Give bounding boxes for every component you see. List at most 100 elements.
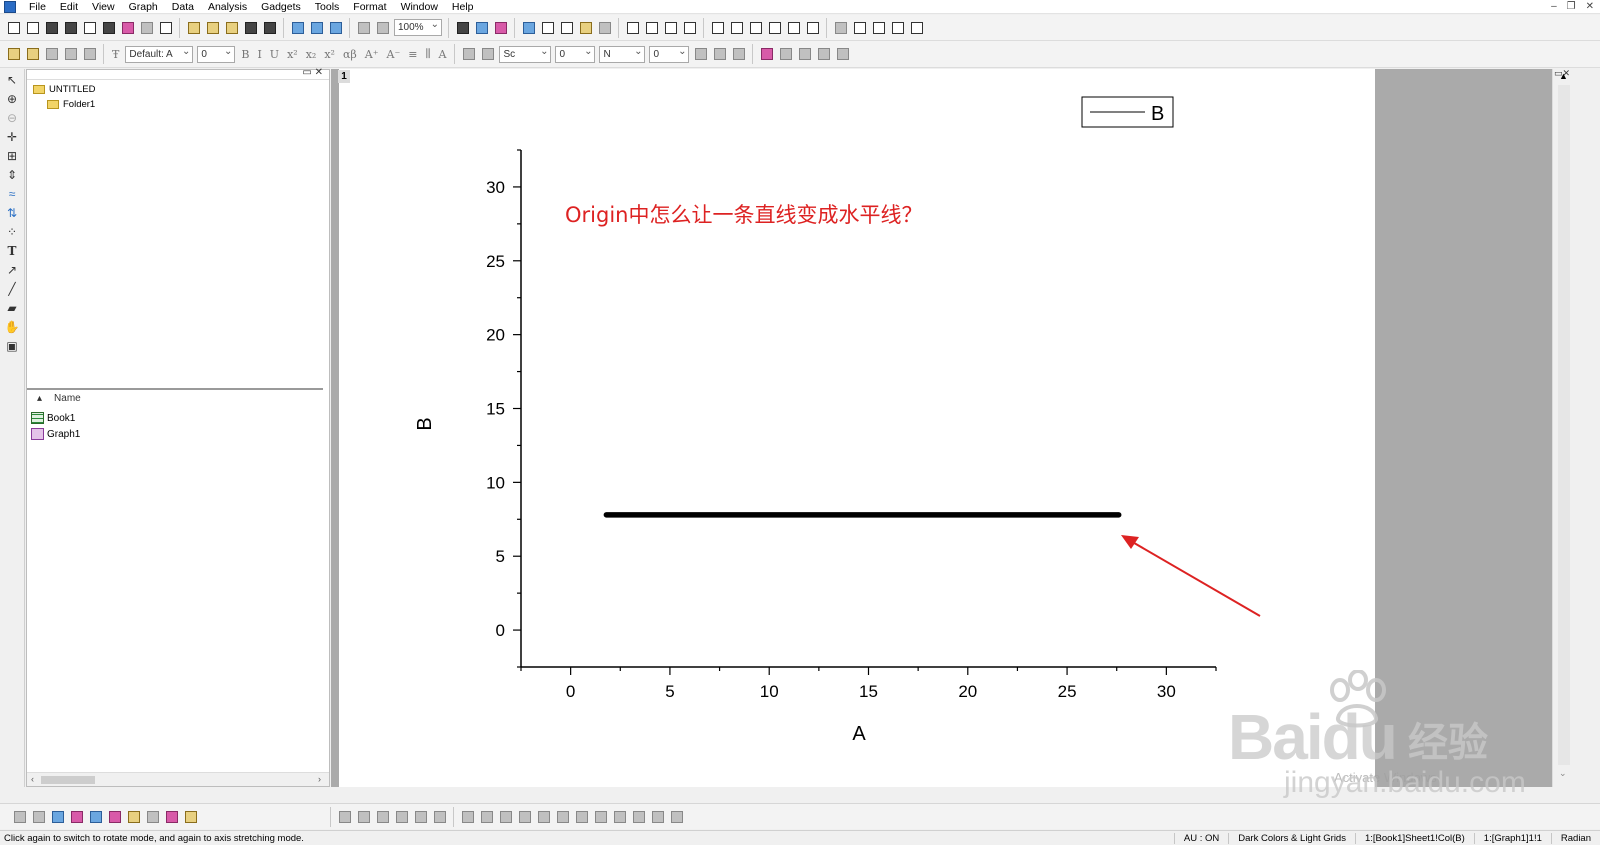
3d-plot-icon[interactable] — [336, 808, 353, 825]
menu-graph[interactable]: Graph — [122, 0, 165, 14]
chart-annotation[interactable]: Origin中怎么让一条直线变成水平线？ — [565, 203, 922, 227]
scroll-track[interactable] — [1558, 85, 1570, 765]
border-icon[interactable] — [711, 46, 728, 63]
3d-matrix-icon[interactable] — [412, 808, 429, 825]
menu-help[interactable]: Help — [445, 0, 481, 14]
column-plot-icon[interactable] — [68, 808, 85, 825]
statistics-plot-icon[interactable] — [106, 808, 123, 825]
line-width-combo[interactable]: 0 — [555, 44, 596, 63]
align-top-object-icon[interactable] — [497, 808, 514, 825]
group-object-icon[interactable] — [611, 808, 628, 825]
unmask-icon[interactable] — [777, 46, 794, 63]
open-icon[interactable] — [185, 19, 202, 36]
3d-contour-icon[interactable] — [431, 808, 448, 825]
font-size-combo[interactable]: 0 — [197, 44, 236, 63]
restore-icon[interactable]: ❐ — [1567, 1, 1576, 12]
merge-graphs-icon[interactable] — [662, 19, 679, 36]
font-color-icon[interactable]: A — [435, 48, 451, 61]
decrease-font-icon[interactable]: A⁻ — [383, 48, 405, 61]
scroll-thumb[interactable] — [41, 776, 95, 784]
open-excel-icon[interactable] — [223, 19, 240, 36]
add-top-x-icon[interactable] — [728, 19, 745, 36]
shrink-icon[interactable] — [815, 46, 832, 63]
line-style-combo[interactable]: Sc — [499, 44, 552, 63]
add-layer-icon[interactable] — [643, 19, 660, 36]
layer-management-icon[interactable] — [681, 19, 698, 36]
specialized-plot-icon[interactable] — [163, 808, 180, 825]
x-axis-label[interactable]: A — [852, 723, 866, 745]
graph-page[interactable]: 0 5 10 15 20 25 30 0 5 10 15 20 25 30 Origin中怎么让一条直线变… — [339, 69, 1375, 787]
status-angle-unit[interactable]: Radian — [1550, 832, 1600, 844]
font-combo[interactable]: Default: A — [125, 44, 194, 63]
zoom-in-icon[interactable]: ⊕ — [3, 90, 21, 107]
graph-vscroll[interactable]: ▭✕ ▲ ⌄ — [1552, 68, 1574, 787]
area-plot-icon[interactable] — [125, 808, 142, 825]
save-template-icon[interactable] — [261, 19, 278, 36]
supsub-icon[interactable]: x² — [320, 48, 339, 61]
layer-content-icon[interactable] — [24, 46, 41, 63]
y-axis-label[interactable]: B — [414, 417, 436, 430]
legend-box[interactable]: B — [1081, 96, 1174, 128]
save-icon[interactable] — [242, 19, 259, 36]
subscript-icon[interactable]: x₂ — [302, 48, 321, 61]
zoom-out-icon[interactable]: ⊖ — [3, 109, 21, 126]
arrow-tool-icon[interactable]: ↗ — [3, 261, 21, 278]
multi-panel-icon[interactable] — [87, 808, 104, 825]
line-color-icon[interactable] — [479, 46, 496, 63]
align-left-icon[interactable]: ≡ — [404, 48, 421, 61]
close-icon[interactable]: ✕ — [1586, 1, 1594, 12]
scroll-down-icon[interactable]: ⌄ — [1559, 768, 1567, 779]
chart-svg[interactable]: 0 5 10 15 20 25 30 0 5 10 15 20 25 30 Origin中怎么让一条直线变… — [339, 69, 1375, 787]
ungroup-icon[interactable] — [62, 46, 79, 63]
add-bottom-x-icon[interactable] — [709, 19, 726, 36]
new-matrix-icon[interactable] — [100, 19, 117, 36]
same-width-icon[interactable] — [649, 808, 666, 825]
new-graph-icon[interactable] — [81, 19, 98, 36]
plot-setup-icon[interactable] — [81, 46, 98, 63]
scatter-tool-icon[interactable]: ⁘ — [3, 223, 21, 240]
menu-analysis[interactable]: Analysis — [201, 0, 254, 14]
new-excel-icon[interactable] — [62, 19, 79, 36]
add-insert-icon[interactable] — [804, 19, 821, 36]
refresh-icon[interactable] — [473, 19, 490, 36]
duplicate-icon[interactable] — [355, 19, 372, 36]
fill-value-combo[interactable]: 0 — [649, 44, 690, 63]
script-window-icon[interactable] — [539, 19, 556, 36]
menu-edit[interactable]: Edit — [53, 0, 85, 14]
list-item-graph1[interactable]: Graph1 — [31, 426, 80, 442]
status-theme[interactable]: Dark Colors & Light Grids — [1228, 832, 1355, 844]
results-log-icon[interactable] — [558, 19, 575, 36]
text-tool-icon[interactable]: T — [3, 242, 21, 259]
bring-front-icon[interactable] — [573, 808, 590, 825]
menu-window[interactable]: Window — [394, 0, 445, 14]
new-workbook-icon[interactable] — [43, 19, 60, 36]
align-right-object-icon[interactable] — [478, 808, 495, 825]
group-icon[interactable] — [43, 46, 60, 63]
fill-color-icon[interactable] — [460, 46, 477, 63]
align-horizontal-icon[interactable] — [554, 808, 571, 825]
swap-icon[interactable] — [796, 46, 813, 63]
add-column-icon[interactable] — [596, 19, 613, 36]
new-project-icon[interactable] — [5, 19, 22, 36]
rescale-icon[interactable] — [624, 19, 641, 36]
mask-icon[interactable] — [758, 46, 775, 63]
scroll-left-icon[interactable]: ‹ — [31, 774, 34, 784]
pattern-icon[interactable] — [692, 46, 709, 63]
new-folder-icon[interactable] — [24, 19, 41, 36]
menu-format[interactable]: Format — [346, 0, 393, 14]
same-height-icon[interactable] — [668, 808, 685, 825]
add-right-y-icon[interactable] — [747, 19, 764, 36]
italic-icon[interactable]: I — [253, 48, 265, 61]
add-frame-icon[interactable] — [766, 19, 783, 36]
print-icon[interactable] — [454, 19, 471, 36]
menu-tools[interactable]: Tools — [308, 0, 347, 14]
new-legend-icon[interactable] — [851, 19, 868, 36]
page-tab[interactable]: 1 — [338, 70, 350, 83]
add-xy-icon[interactable] — [785, 19, 802, 36]
greek-icon[interactable]: αβ — [339, 48, 361, 61]
screen-reader-icon[interactable]: ✛ — [3, 128, 21, 145]
status-au[interactable]: AU : ON — [1173, 832, 1228, 844]
hand-tool-icon[interactable]: ✋ — [3, 318, 21, 335]
color-scale-icon[interactable] — [870, 19, 887, 36]
new-notes-icon[interactable] — [157, 19, 174, 36]
